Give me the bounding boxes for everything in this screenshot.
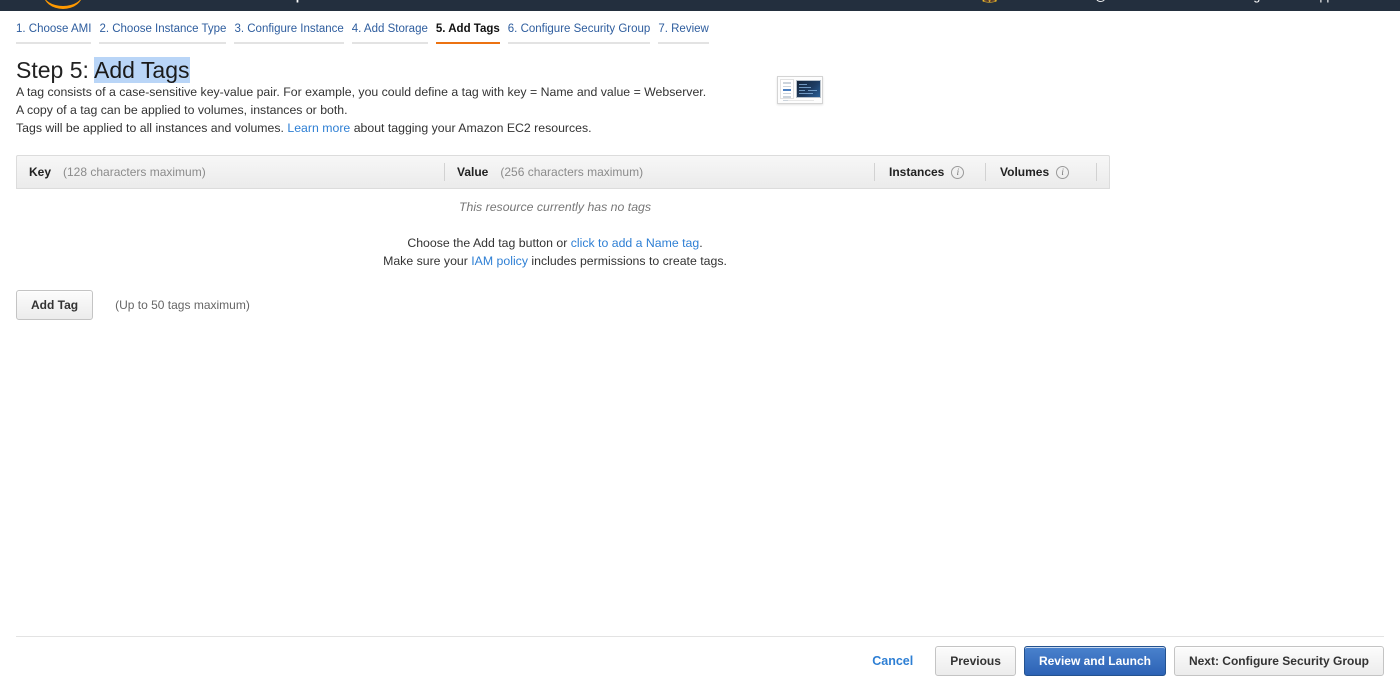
step-tab-2[interactable]: 2. Choose Instance Type (99, 19, 227, 44)
wizard-footer-actions: Cancel Previous Review and Launch Next: … (872, 646, 1384, 676)
nav-account-menu[interactable]: awsstudent @ 1234-5678-9012 (1028, 0, 1203, 3)
nav-resource-groups-menu[interactable]: Resource Groups (205, 0, 310, 3)
empty-state-help-line-1: Choose the Add tag button or click to ad… (0, 234, 1110, 252)
page-title: Step 5: Add Tags (16, 57, 190, 84)
cancel-button[interactable]: Cancel (872, 654, 913, 668)
step-tab-7[interactable]: 7. Review (658, 19, 709, 44)
step-tab-1[interactable]: 1. Choose AMI (16, 19, 92, 44)
step-tab-6[interactable]: 6. Configure Security Group (507, 19, 651, 44)
empty-help-1-before: Choose the Add tag button or (407, 236, 568, 250)
description-line-3: Tags will be applied to all instances an… (16, 119, 706, 137)
column-header-value-hint: (256 characters maximum) (500, 165, 644, 179)
aws-smile-icon (43, 0, 83, 9)
thumbnail-progress-bar (788, 99, 814, 101)
column-header-key: Key (128 characters maximum) (17, 155, 444, 189)
column-header-key-hint: (128 characters maximum) (63, 165, 206, 179)
info-icon-instances[interactable]: i (951, 165, 965, 179)
step-tab-4[interactable]: 4. Add Storage (351, 19, 428, 44)
column-header-key-label: Key (29, 165, 52, 179)
description-line-3-text: Tags will be applied to all instances an… (16, 121, 284, 135)
tags-empty-state: This resource currently has no tags Choo… (0, 200, 1110, 270)
add-tag-button[interactable]: Add Tag (16, 290, 94, 320)
empty-help-1-after: . (699, 236, 703, 250)
column-header-value-label: Value (457, 165, 489, 179)
step-tab-5[interactable]: 5. Add Tags (435, 19, 500, 44)
tags-table-header-row: Key (128 characters maximum) Value (256 … (16, 155, 1110, 189)
review-and-launch-button[interactable]: Review and Launch (1023, 646, 1166, 676)
step-tab-3[interactable]: 3. Configure Instance (234, 19, 344, 44)
empty-state-help: Choose the Add tag button or click to ad… (0, 234, 1110, 270)
info-icon-volumes[interactable]: i (1056, 165, 1070, 179)
description-line-3-tail: about tagging your Amazon EC2 resources. (353, 121, 592, 135)
column-header-instances: Instances i (875, 155, 985, 189)
page-title-selected-text: Add Tags (94, 57, 190, 83)
add-tag-row: Add Tag (Up to 50 tags maximum) (16, 290, 250, 320)
footer-divider (16, 636, 1384, 637)
empty-help-2-after: includes permissions to create tags. (531, 254, 727, 268)
nav-support-menu[interactable]: Support (1304, 0, 1348, 3)
add-name-tag-link[interactable]: click to add a Name tag (571, 236, 700, 250)
thumbnail-sidebar-graphic (780, 79, 794, 101)
column-header-volumes: Volumes i (986, 155, 1096, 189)
chevron-down-icon[interactable]: ▾ (340, 0, 345, 1)
column-header-value: Value (256 characters maximum) (445, 155, 874, 189)
column-header-volumes-label: Volumes (1000, 165, 1050, 179)
bell-icon[interactable]: 🔔 (982, 0, 998, 4)
column-header-instances-label: Instances (889, 165, 945, 179)
iam-policy-link[interactable]: IAM policy (471, 254, 528, 268)
column-divider-4 (1096, 163, 1097, 181)
description-line-1: A tag consists of a case-sensitive key-v… (16, 85, 707, 99)
aws-console-navbar: aws Services Resource Groups ▾ 🔔 awsstud… (0, 0, 1400, 11)
tags-table: Key (128 characters maximum) Value (256 … (16, 155, 1110, 189)
empty-state-message: This resource currently has no tags (458, 200, 652, 214)
page-title-prefix: Step 5: (16, 57, 89, 83)
nav-services-menu[interactable]: Services (120, 0, 171, 3)
tutorial-video-thumbnail[interactable] (777, 76, 823, 104)
aws-logo[interactable]: aws (40, 0, 86, 9)
previous-button[interactable]: Previous (935, 646, 1016, 676)
empty-help-2-before: Make sure your (383, 254, 468, 268)
next-configure-security-group-button[interactable]: Next: Configure Security Group (1173, 646, 1384, 676)
wizard-step-tabs: 1. Choose AMI 2. Choose Instance Type 3.… (0, 19, 1400, 49)
nav-region-menu[interactable]: Oregon (1233, 0, 1275, 3)
empty-state-help-line-2: Make sure your IAM policy includes permi… (0, 252, 1110, 270)
thumbnail-screen-graphic (796, 80, 821, 98)
description-line-2: A copy of a tag can be applied to volume… (16, 103, 348, 117)
page-description: A tag consists of a case-sensitive key-v… (16, 83, 706, 137)
learn-more-link[interactable]: Learn more (287, 121, 350, 135)
max-tags-note: (Up to 50 tags maximum) (115, 298, 250, 312)
